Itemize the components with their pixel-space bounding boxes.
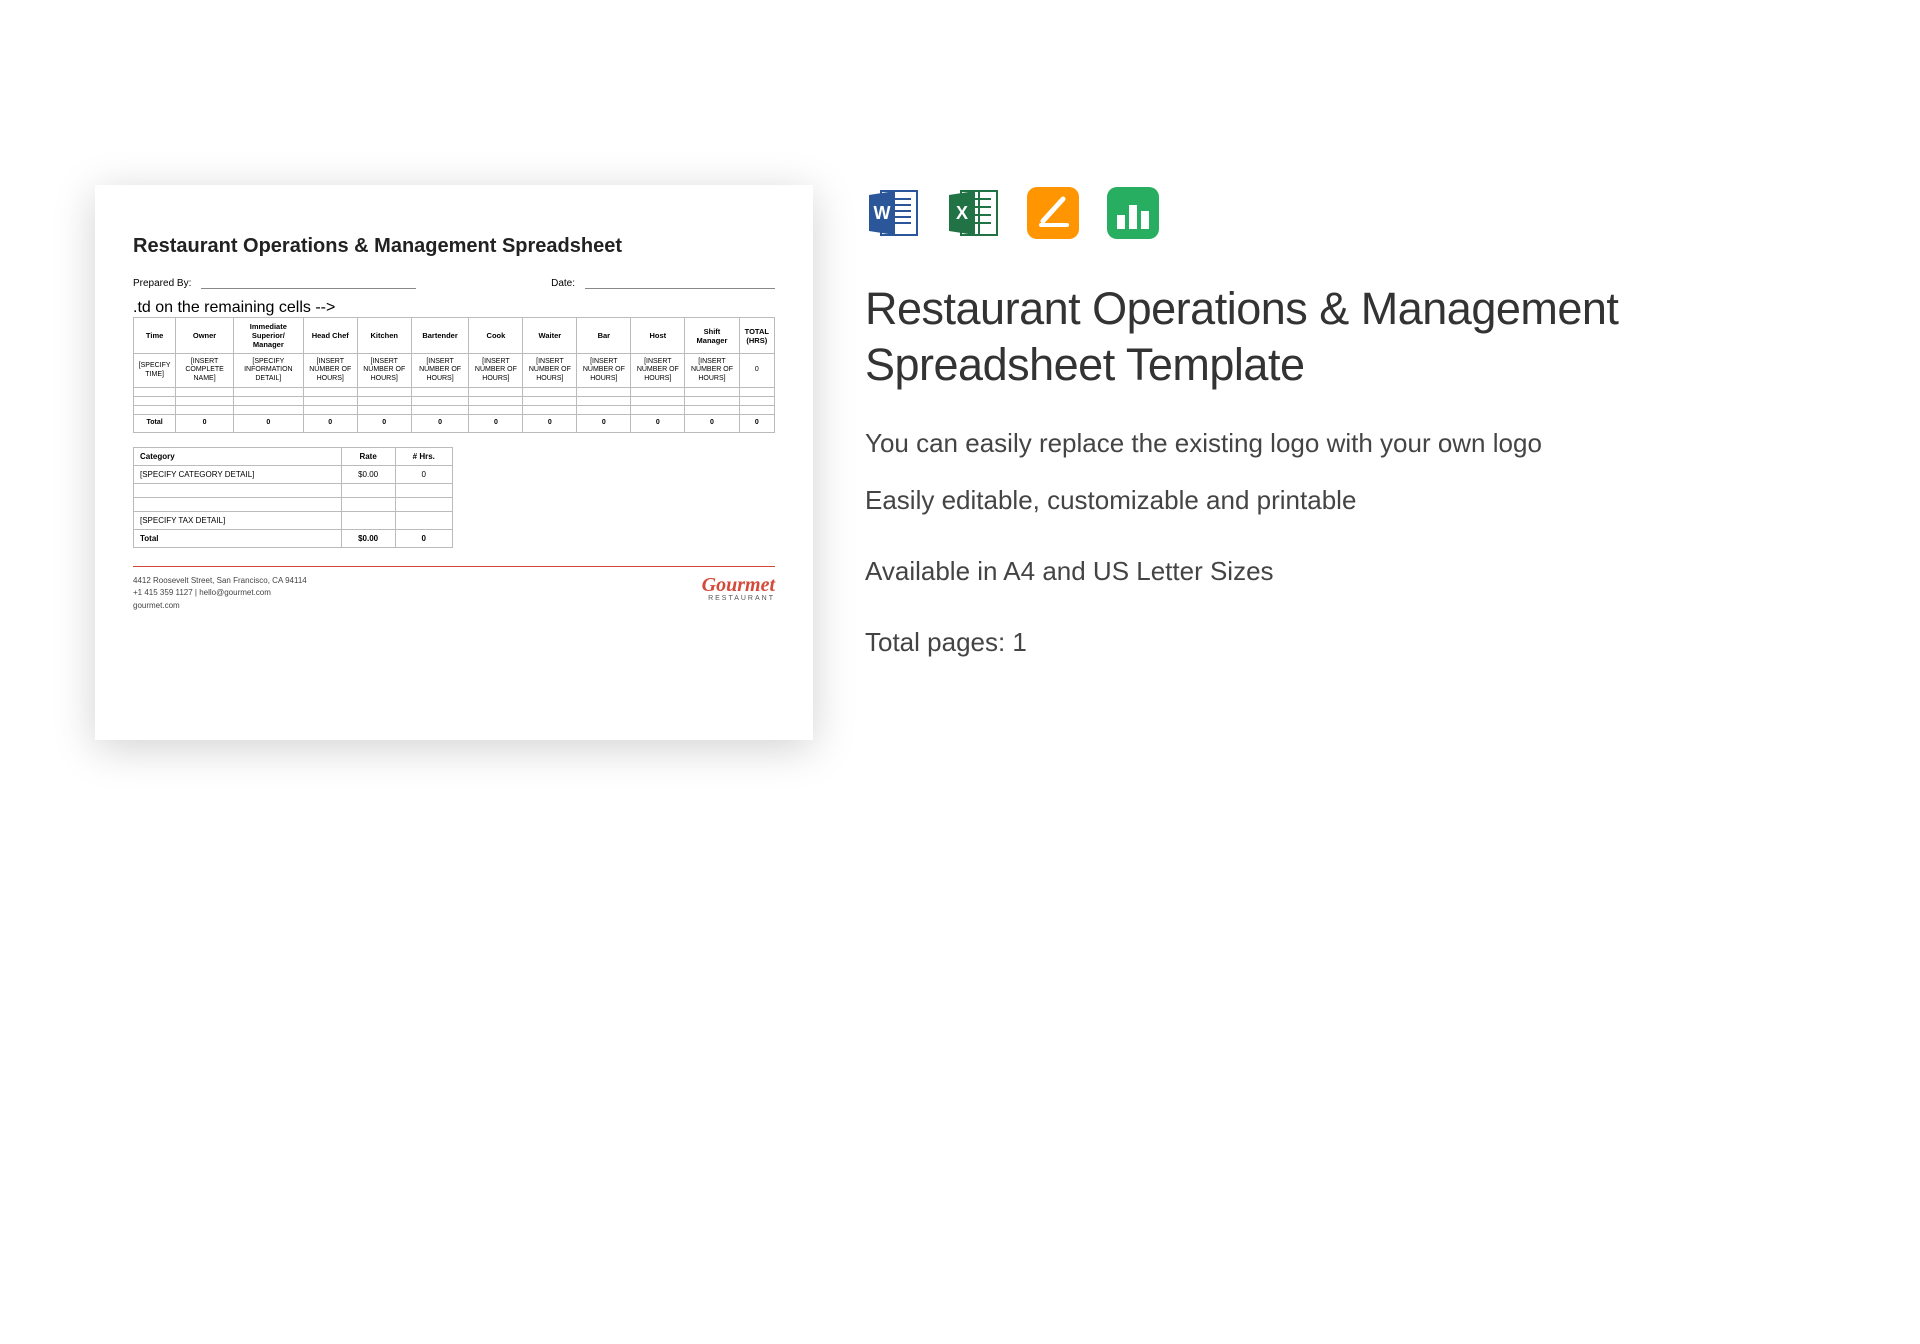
cell: [INSERT NUMBER OF HOURS] xyxy=(577,354,631,388)
total-cell: 0 xyxy=(411,415,469,432)
th-host: Host xyxy=(631,318,685,354)
empty-row xyxy=(134,388,775,397)
prepared-by-line xyxy=(201,278,416,289)
cell: [INSERT NUMBER OF HOURS] xyxy=(631,354,685,388)
brand-name: Gourmet xyxy=(702,575,775,595)
total-cell: 0 xyxy=(233,415,303,432)
prepared-by-label: Prepared By: xyxy=(133,278,191,289)
total-cell: 0 xyxy=(303,415,357,432)
sub-tax: [SPECIFY TAX DETAIL] xyxy=(134,511,342,529)
cell: [INSERT NUMBER OF HOURS] xyxy=(469,354,523,388)
sub-th-rate: Rate xyxy=(341,447,395,465)
total-cell: 0 xyxy=(176,415,234,432)
side-desc-3: Available in A4 and US Letter Sizes xyxy=(865,554,1695,589)
brand-sub: RESTAURANT xyxy=(702,595,775,602)
sub-total-label: Total xyxy=(134,529,342,547)
th-headchef: Head Chef xyxy=(303,318,357,354)
cell: 0 xyxy=(739,354,774,388)
sub-cell: $0.00 xyxy=(341,465,395,483)
cell: [INSERT NUMBER OF HOURS] xyxy=(303,354,357,388)
side-desc-2: Easily editable, customizable and printa… xyxy=(865,483,1695,518)
sub-total-rate: $0.00 xyxy=(341,529,395,547)
total-cell: 0 xyxy=(469,415,523,432)
footer-address: 4412 Roosevelt Street, San Francisco, CA… xyxy=(133,575,307,588)
th-waiter: Waiter xyxy=(523,318,577,354)
th-bartender: Bartender xyxy=(411,318,469,354)
cell: [SPECIFY TIME] xyxy=(134,354,176,388)
th-cook: Cook xyxy=(469,318,523,354)
sub-cell: [SPECIFY CATEGORY DETAIL] xyxy=(134,465,342,483)
numbers-icon xyxy=(1105,185,1161,241)
sub-cell: 0 xyxy=(395,465,452,483)
format-icons: W X xyxy=(865,185,1695,241)
cell: [INSERT NUMBER OF HOURS] xyxy=(411,354,469,388)
footer-contact: +1 415 359 1127 | hello@gourmet.com xyxy=(133,587,307,600)
document-preview: Restaurant Operations & Management Sprea… xyxy=(95,185,813,740)
pages-icon xyxy=(1025,185,1081,241)
data-row: [SPECIFY TIME] [INSERT COMPLETE NAME] [S… xyxy=(134,354,775,388)
header-row: Time Owner Immediate Superior/ Manager H… xyxy=(134,318,775,354)
date-line xyxy=(585,278,775,289)
th-total: TOTAL (HRS) xyxy=(739,318,774,354)
sub-th-hrs: # Hrs. xyxy=(395,447,452,465)
cell: [SPECIFY INFORMATION DETAIL] xyxy=(233,354,303,388)
date-label: Date: xyxy=(551,278,575,289)
empty-row xyxy=(134,397,775,406)
th-owner: Owner xyxy=(176,318,234,354)
side-desc-1: You can easily replace the existing logo… xyxy=(865,426,1695,461)
cell: [INSERT NUMBER OF HOURS] xyxy=(685,354,739,388)
total-cell: 0 xyxy=(523,415,577,432)
total-cell: 0 xyxy=(631,415,685,432)
sub-total-hrs: 0 xyxy=(395,529,452,547)
th-bar: Bar xyxy=(577,318,631,354)
main-table: Time Owner Immediate Superior/ Manager H… xyxy=(133,317,775,433)
cell: [INSERT COMPLETE NAME] xyxy=(176,354,234,388)
th-time: Time xyxy=(134,318,176,354)
totals-row: Total 0 0 0 0 0 0 0 0 0 0 0 xyxy=(134,415,775,432)
sub-th-category: Category xyxy=(134,447,342,465)
excel-icon: X xyxy=(945,185,1001,241)
doc-footer: 4412 Roosevelt Street, San Francisco, CA… xyxy=(133,566,775,613)
svg-text:W: W xyxy=(874,203,891,223)
th-kitchen: Kitchen xyxy=(357,318,411,354)
word-icon: W xyxy=(865,185,921,241)
side-desc-4: Total pages: 1 xyxy=(865,625,1695,660)
cell: [INSERT NUMBER OF HOURS] xyxy=(523,354,577,388)
total-cell: 0 xyxy=(577,415,631,432)
th-superior: Immediate Superior/ Manager xyxy=(233,318,303,354)
sub-table: Category Rate # Hrs. [SPECIFY CATEGORY D… xyxy=(133,447,453,548)
meta-row: Prepared By: Date: xyxy=(133,278,775,289)
cell: [INSERT NUMBER OF HOURS] xyxy=(357,354,411,388)
total-label: Total xyxy=(134,415,176,432)
empty-row xyxy=(134,406,775,415)
doc-title: Restaurant Operations & Management Sprea… xyxy=(133,235,775,258)
footer-website: gourmet.com xyxy=(133,600,307,613)
th-shift: Shift Manager xyxy=(685,318,739,354)
side-title: Restaurant Operations & Management Sprea… xyxy=(865,281,1695,394)
svg-text:X: X xyxy=(956,203,968,223)
total-cell: 0 xyxy=(357,415,411,432)
total-cell: 0 xyxy=(739,415,774,432)
total-cell: 0 xyxy=(685,415,739,432)
side-panel: W X Restaurant Operations & Management S… xyxy=(865,185,1695,740)
